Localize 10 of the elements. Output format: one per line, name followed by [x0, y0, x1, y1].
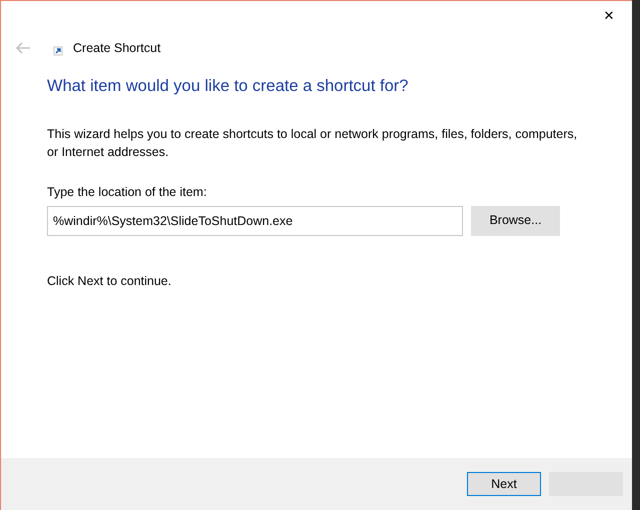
browse-button[interactable]: Browse... [471, 206, 560, 236]
next-button[interactable]: Next [467, 472, 541, 496]
location-field[interactable]: %windir%\System32\SlideToShutDown.exe [47, 206, 463, 236]
close-button[interactable]: ✕ [586, 1, 632, 31]
shortcut-icon [53, 46, 63, 56]
location-label: Type the location of the item: [47, 184, 208, 201]
description-text: This wizard helps you to create shortcuts to local or network programs, files, folders, computers, or Internet addresses. [47, 126, 578, 161]
hint-text: Click Next to continue. [47, 272, 172, 290]
window-title: Create Shortcut [73, 40, 161, 57]
wizard-heading: What item would you like to create a shortcut for? [47, 77, 410, 97]
